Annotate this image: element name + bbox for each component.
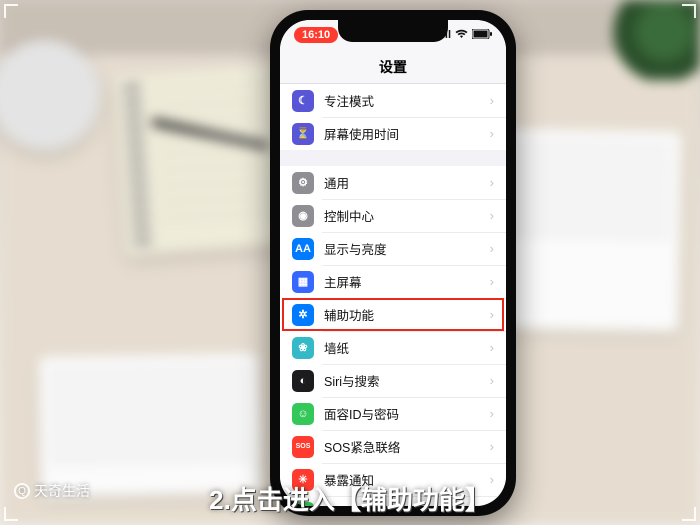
row-display-icon: AA	[292, 238, 314, 260]
row-label: 辅助功能	[324, 305, 490, 324]
row-control-center-icon: ◉	[292, 205, 314, 227]
chevron-right-icon: ›	[490, 93, 494, 108]
row-screen-time-icon: ⏳	[292, 123, 314, 145]
row-control-center[interactable]: ◉ 控制中心›	[280, 199, 506, 232]
row-faceid-icon: ☺	[292, 403, 314, 425]
row-label: 专注模式	[324, 91, 490, 110]
row-label: 墙纸	[324, 338, 490, 357]
chevron-right-icon: ›	[490, 241, 494, 256]
row-accessibility-icon: ✲	[292, 304, 314, 326]
row-home-screen-icon: ▦	[292, 271, 314, 293]
row-label: SOS紧急联络	[324, 437, 490, 456]
chevron-right-icon: ›	[490, 373, 494, 388]
row-home-screen[interactable]: ▦ 主屏幕›	[280, 265, 506, 298]
row-sos-icon: SOS	[292, 436, 314, 458]
row-label: 通用	[324, 173, 490, 192]
chevron-right-icon: ›	[490, 439, 494, 454]
chevron-right-icon: ›	[490, 175, 494, 190]
chevron-right-icon: ›	[490, 340, 494, 355]
status-icons: ııl	[442, 29, 492, 42]
row-focus-icon: ☾	[292, 90, 314, 112]
row-screen-time[interactable]: ⏳ 屏幕使用时间›	[280, 117, 506, 150]
step-caption: 2.点击进入【辅助功能】	[0, 480, 700, 517]
corner-marker	[682, 507, 696, 521]
page-title: 设置	[379, 57, 407, 77]
corner-marker	[682, 4, 696, 18]
row-siri-icon: ◐	[292, 370, 314, 392]
chevron-right-icon: ›	[490, 208, 494, 223]
battery-icon	[472, 29, 492, 42]
chevron-right-icon: ›	[490, 274, 494, 289]
notch	[338, 20, 448, 42]
chevron-right-icon: ›	[490, 307, 494, 322]
corner-marker	[4, 507, 18, 521]
navbar: 设置	[280, 50, 506, 84]
status-time-pill: 16:10	[294, 27, 338, 43]
row-general-icon: ⚙	[292, 172, 314, 194]
row-wallpaper-icon: ❀	[292, 337, 314, 359]
row-focus[interactable]: ☾ 专注模式›	[280, 84, 506, 117]
phone-frame: 16:10 ııl 设置 ☾专注模式›⏳屏幕使用时间›⚙通用›◉控制中心›AA显…	[270, 10, 516, 516]
settings-list[interactable]: ☾专注模式›⏳屏幕使用时间›⚙通用›◉控制中心›AA显示与亮度›▦主屏幕›✲辅助…	[280, 84, 506, 506]
wifi-icon	[455, 29, 468, 42]
row-label: Siri与搜索	[324, 371, 490, 390]
row-label: 屏幕使用时间	[324, 124, 490, 143]
row-siri[interactable]: ◐ Siri与搜索›	[280, 364, 506, 397]
row-sos[interactable]: SOS SOS紧急联络›	[280, 430, 506, 463]
row-wallpaper[interactable]: ❀ 墙纸›	[280, 331, 506, 364]
phone-screen: 16:10 ııl 设置 ☾专注模式›⏳屏幕使用时间›⚙通用›◉控制中心›AA显…	[280, 20, 506, 506]
corner-marker	[4, 4, 18, 18]
row-label: 控制中心	[324, 206, 490, 225]
row-label: 面容ID与密码	[324, 404, 490, 423]
chevron-right-icon: ›	[490, 126, 494, 141]
row-faceid[interactable]: ☺ 面容ID与密码›	[280, 397, 506, 430]
row-display[interactable]: AA 显示与亮度›	[280, 232, 506, 265]
chevron-right-icon: ›	[490, 406, 494, 421]
row-label: 主屏幕	[324, 272, 490, 291]
row-label: 显示与亮度	[324, 239, 490, 258]
row-general[interactable]: ⚙ 通用›	[280, 166, 506, 199]
row-accessibility[interactable]: ✲ 辅助功能›	[280, 298, 506, 331]
